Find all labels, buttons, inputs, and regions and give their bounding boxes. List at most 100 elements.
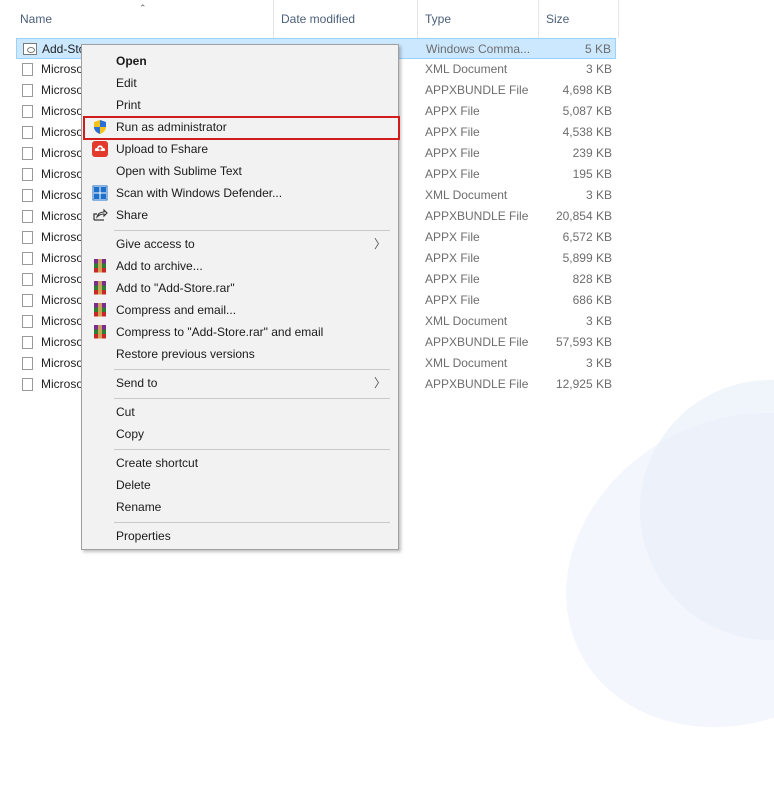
file-size: 57,593 KB bbox=[555, 335, 612, 349]
document-file-icon bbox=[22, 189, 33, 202]
file-size: 828 KB bbox=[572, 272, 612, 286]
menu-item-properties[interactable]: Properties bbox=[84, 525, 396, 547]
share-icon bbox=[92, 207, 108, 223]
context-menu: Open Edit Print Run as administrator Upl… bbox=[81, 44, 400, 550]
file-size: 5 KB bbox=[584, 42, 611, 56]
document-file-icon bbox=[22, 126, 33, 139]
menu-item-create-shortcut[interactable]: Create shortcut bbox=[84, 452, 396, 474]
menu-item-upload-fshare[interactable]: Upload to Fshare bbox=[84, 138, 396, 160]
file-name: Microso bbox=[41, 377, 84, 391]
menu-item-rename[interactable]: Rename bbox=[84, 496, 396, 518]
menu-item-label: Edit bbox=[116, 76, 137, 90]
file-name: Microso bbox=[41, 314, 84, 328]
menu-item-open[interactable]: Open bbox=[84, 50, 396, 72]
document-file-icon bbox=[22, 168, 33, 181]
document-file-icon bbox=[22, 357, 33, 370]
menu-item-scan-defender[interactable]: Scan with Windows Defender... bbox=[84, 182, 396, 204]
document-file-icon bbox=[22, 378, 33, 391]
file-name: Microso bbox=[41, 167, 84, 181]
column-header-bar: ⌃ Name Date modified Type Size bbox=[0, 0, 620, 38]
document-file-icon bbox=[22, 210, 33, 223]
column-header-type[interactable]: Type bbox=[419, 0, 539, 38]
file-name: Microso bbox=[41, 104, 84, 118]
uac-shield-icon bbox=[92, 119, 108, 135]
menu-item-label: Add to archive... bbox=[116, 259, 203, 273]
file-name: Microso bbox=[41, 62, 84, 76]
menu-item-open-sublime[interactable]: Open with Sublime Text bbox=[84, 160, 396, 182]
file-name: Microso bbox=[41, 125, 84, 139]
menu-item-label: Compress and email... bbox=[116, 303, 237, 317]
file-type: XML Document bbox=[425, 188, 508, 202]
menu-item-label: Add to "Add-Store.rar" bbox=[116, 281, 235, 295]
file-name: Microso bbox=[41, 188, 84, 202]
file-name: Microso bbox=[41, 293, 84, 307]
menu-item-run-as-administrator[interactable]: Run as administrator bbox=[83, 116, 400, 140]
menu-item-label: Rename bbox=[116, 500, 162, 514]
file-size: 6,572 KB bbox=[562, 230, 612, 244]
menu-item-label: Restore previous versions bbox=[116, 347, 255, 361]
file-size: 239 KB bbox=[572, 146, 612, 160]
document-file-icon bbox=[22, 252, 33, 265]
file-type: APPXBUNDLE File bbox=[425, 83, 529, 97]
document-file-icon bbox=[22, 336, 33, 349]
file-type: APPX File bbox=[425, 146, 480, 160]
document-file-icon bbox=[22, 315, 33, 328]
file-size: 12,925 KB bbox=[555, 377, 612, 391]
file-type: XML Document bbox=[425, 356, 508, 370]
menu-item-give-access[interactable]: Give access to 〉 bbox=[84, 233, 396, 255]
menu-item-label: Open bbox=[116, 54, 147, 68]
file-type: APPX File bbox=[425, 125, 480, 139]
menu-item-share[interactable]: Share bbox=[84, 204, 396, 226]
file-size: 5,087 KB bbox=[562, 104, 612, 118]
file-type: XML Document bbox=[425, 314, 508, 328]
file-name: Microso bbox=[41, 209, 84, 223]
menu-item-send-to[interactable]: Send to 〉 bbox=[84, 372, 396, 394]
file-size: 20,854 KB bbox=[555, 209, 612, 223]
menu-item-label: Open with Sublime Text bbox=[116, 164, 242, 178]
file-type: Windows Comma... bbox=[426, 42, 531, 56]
menu-item-compress-email[interactable]: Compress and email... bbox=[84, 299, 396, 321]
menu-item-label: Send to bbox=[116, 376, 158, 390]
menu-item-cut[interactable]: Cut bbox=[84, 401, 396, 423]
menu-item-compress-rar-email[interactable]: Compress to "Add-Store.rar" and email bbox=[84, 321, 396, 343]
menu-item-label: Run as administrator bbox=[116, 120, 227, 134]
menu-item-label: Delete bbox=[116, 478, 151, 492]
menu-item-label: Properties bbox=[116, 529, 171, 543]
file-name: Microso bbox=[41, 83, 84, 97]
column-header-name[interactable]: Name bbox=[14, 0, 274, 38]
document-file-icon bbox=[22, 294, 33, 307]
menu-item-add-to-archive[interactable]: Add to archive... bbox=[84, 255, 396, 277]
menu-item-label: Upload to Fshare bbox=[116, 142, 209, 156]
menu-item-edit[interactable]: Edit bbox=[84, 72, 396, 94]
menu-item-delete[interactable]: Delete bbox=[84, 474, 396, 496]
file-type: APPX File bbox=[425, 293, 480, 307]
menu-separator bbox=[114, 398, 390, 399]
column-header-date-modified[interactable]: Date modified bbox=[275, 0, 418, 38]
column-header-size[interactable]: Size bbox=[540, 0, 619, 38]
file-size: 3 KB bbox=[585, 188, 612, 202]
menu-item-restore-versions[interactable]: Restore previous versions bbox=[84, 343, 396, 365]
file-type: APPX File bbox=[425, 167, 480, 181]
file-type: APPXBUNDLE File bbox=[425, 335, 529, 349]
menu-separator bbox=[114, 522, 390, 523]
menu-item-label: Print bbox=[116, 98, 141, 112]
file-type: APPX File bbox=[425, 230, 480, 244]
menu-item-print[interactable]: Print bbox=[84, 94, 396, 116]
menu-item-copy[interactable]: Copy bbox=[84, 423, 396, 445]
file-name: Add-Sto bbox=[42, 42, 86, 56]
file-name: Microso bbox=[41, 230, 84, 244]
document-file-icon bbox=[22, 231, 33, 244]
menu-item-label: Copy bbox=[116, 427, 145, 441]
file-size: 5,899 KB bbox=[562, 251, 612, 265]
file-name: Microso bbox=[41, 272, 84, 286]
menu-separator bbox=[114, 230, 390, 231]
menu-item-label: Share bbox=[116, 208, 149, 222]
file-size: 3 KB bbox=[585, 314, 612, 328]
document-file-icon bbox=[22, 273, 33, 286]
fshare-icon bbox=[92, 141, 108, 157]
file-name: Microso bbox=[41, 146, 84, 160]
file-type: APPXBUNDLE File bbox=[425, 209, 529, 223]
menu-item-add-to-rar[interactable]: Add to "Add-Store.rar" bbox=[84, 277, 396, 299]
menu-item-label: Create shortcut bbox=[116, 456, 199, 470]
file-type: APPX File bbox=[425, 104, 480, 118]
